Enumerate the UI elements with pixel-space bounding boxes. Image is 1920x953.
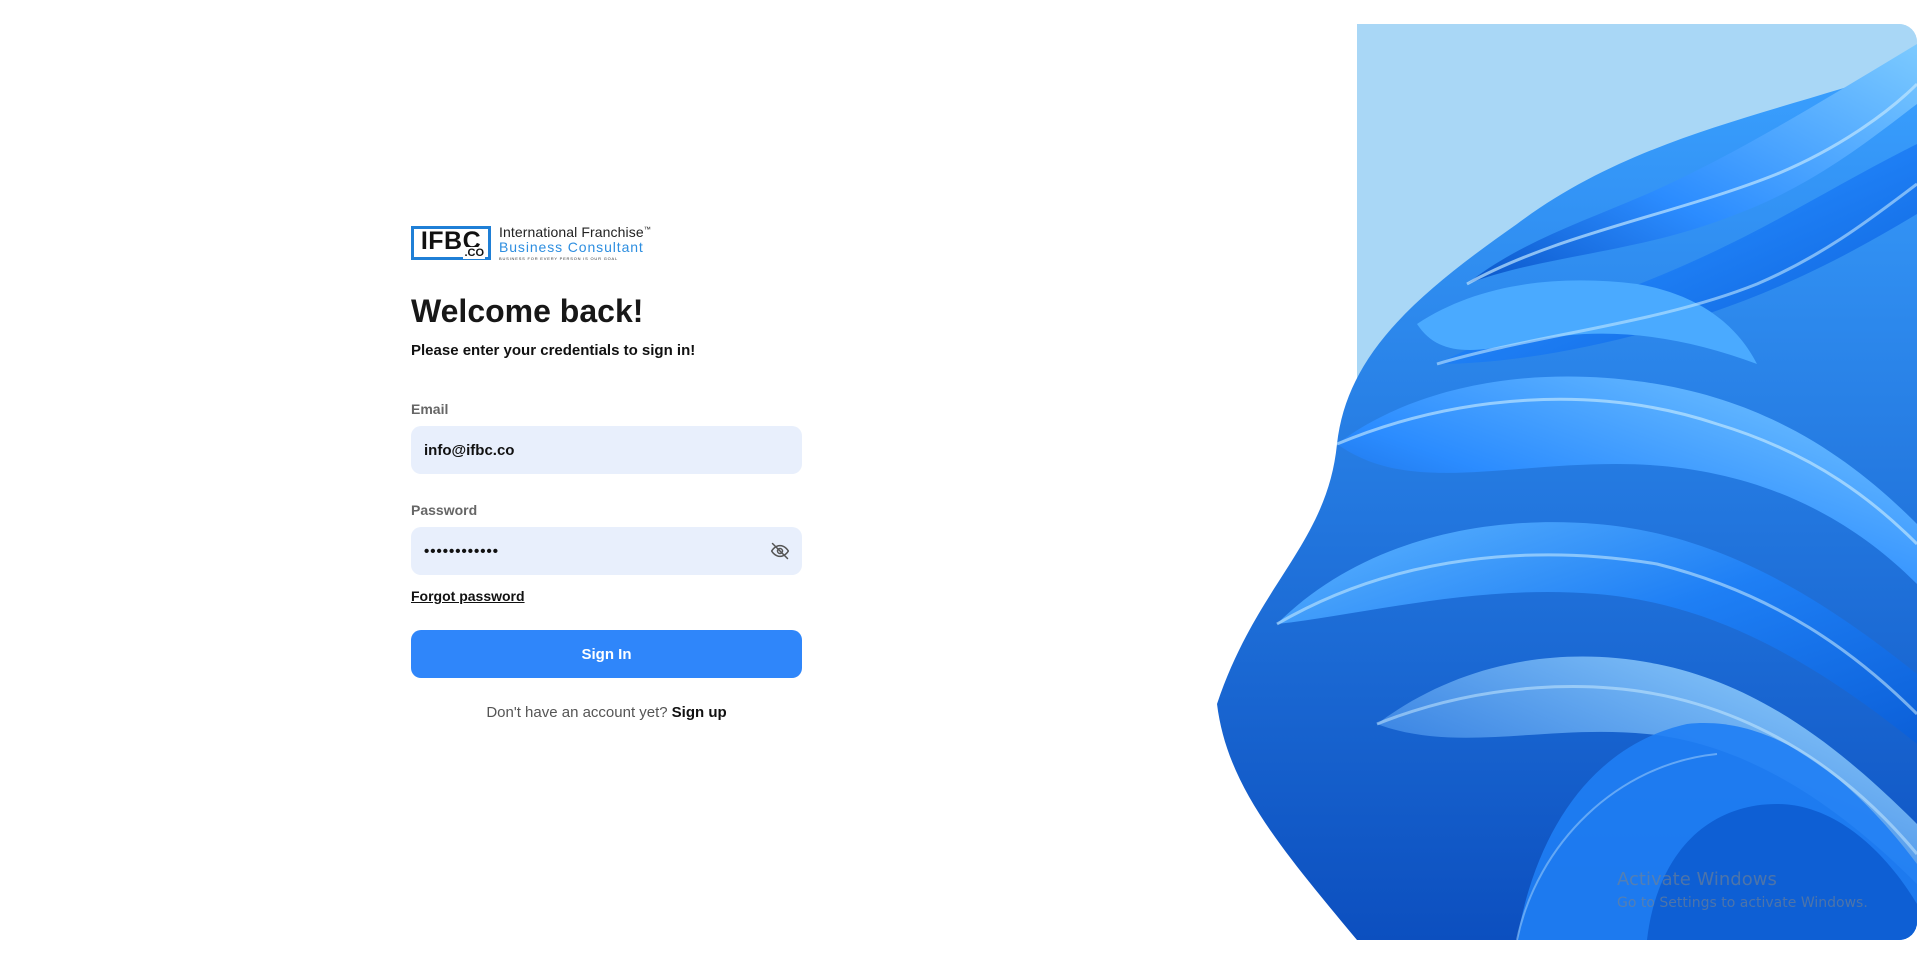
forgot-password-link[interactable]: Forgot password [411,588,525,604]
logo-line1: International Franchise [499,224,644,240]
login-form: IFBC .CO International Franchise™ Busine… [411,222,802,721]
sign-in-button[interactable]: Sign In [411,630,802,679]
windows-bloom-illustration [1217,24,1917,940]
logo-trademark: ™ [643,226,651,234]
page-subtitle: Please enter your credentials to sign in… [411,342,696,360]
windows-activation-watermark: Activate Windows Go to Settings to activ… [1617,869,1868,911]
logo-mark: IFBC .CO [411,226,491,260]
signup-prompt: Don't have an account yet? Sign up [411,704,802,721]
signup-prompt-text: Don't have an account yet? [486,704,668,722]
watermark-title: Activate Windows [1617,869,1777,890]
email-label: Email [411,401,449,418]
logo-wordmark: International Franchise™ Business Consul… [499,225,651,261]
sign-up-link[interactable]: Sign up [672,704,727,721]
eye-off-icon[interactable] [768,539,792,563]
logo-tld: .CO [463,247,485,259]
hero-panel [1217,24,1917,940]
logo-line2: Business Consultant [499,239,644,255]
page-title: Welcome back! [411,293,644,329]
watermark-subtitle: Go to Settings to activate Windows. [1617,894,1868,911]
password-field-wrapper [411,527,802,576]
email-field-wrapper [411,426,802,475]
password-field[interactable] [411,527,802,576]
brand-logo: IFBC .CO International Franchise™ Busine… [411,222,802,264]
login-page: IFBC .CO International Franchise™ Busine… [0,0,1920,953]
email-field[interactable] [411,426,802,475]
logo-tagline: Business for every person is our goal [499,256,619,261]
password-label: Password [411,502,478,519]
